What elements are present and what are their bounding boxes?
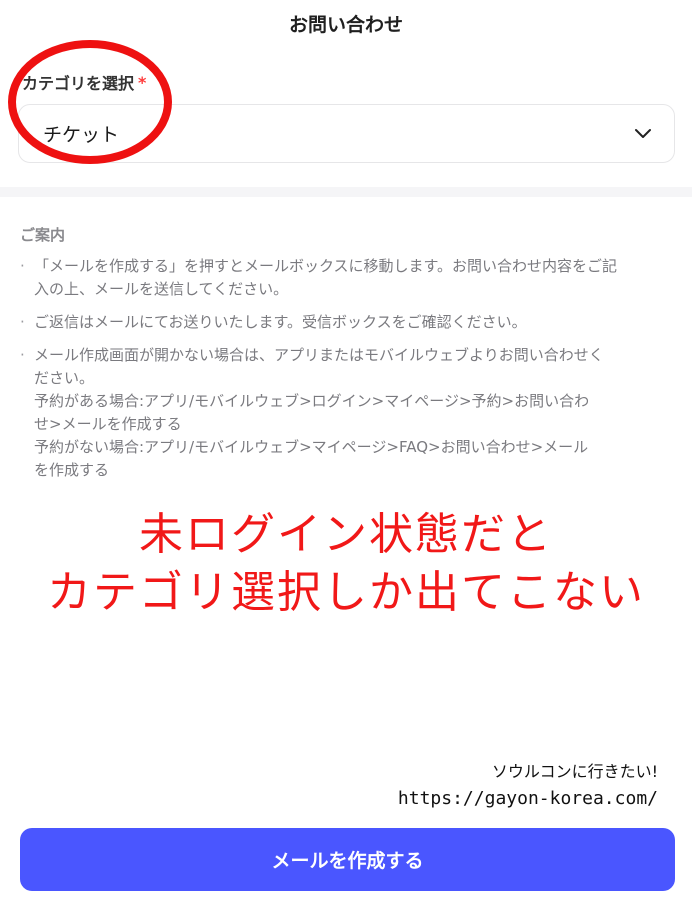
watermark-url: https://gayon-korea.com/ — [397, 788, 658, 809]
notice-line: ださい。 — [34, 369, 95, 387]
notice-item: メール作成画面が開かない場合は、アプリまたはモバイルウェブよりお問い合わせく だ… — [20, 344, 672, 482]
notice-section: ご案内 「メールを作成する」を押すとメールボックスに移動します。お問い合わせ内容… — [20, 224, 672, 492]
notice-line: 入の上、メールを送信してください。 — [34, 280, 289, 298]
overlay-line-2: カテゴリ選択しか出てこない — [47, 567, 645, 618]
notice-line: ご返信はメールにてお送りいたします。受信ボックスをご確認ください。 — [34, 313, 527, 331]
overlay-line-1: 未ログイン状態だと — [139, 509, 553, 560]
notice-item: ご返信はメールにてお送りいたします。受信ボックスをご確認ください。 — [20, 311, 672, 334]
category-select[interactable]: チケット — [18, 104, 675, 163]
category-select-value: チケット — [43, 124, 120, 146]
create-email-button[interactable]: メールを作成する — [20, 828, 675, 891]
required-mark: * — [138, 72, 147, 92]
chevron-down-icon — [635, 128, 651, 138]
notice-line: 予約がない場合:アプリ/モバイルウェブ>マイページ>FAQ>お問い合わせ>メール — [34, 438, 589, 456]
contact-page: お問い合わせ カテゴリを選択 * チケット ご案内 「メールを作成する」を押すと… — [0, 0, 692, 898]
notice-item: 「メールを作成する」を押すとメールボックスに移動します。お問い合わせ内容をご記 … — [20, 255, 672, 301]
notice-line: せ>メールを作成する — [34, 415, 182, 433]
category-label-text: カテゴリを選択 — [22, 74, 135, 93]
overlay-annotation-text: 未ログイン状態だと カテゴリ選択しか出てこない — [0, 506, 692, 622]
notice-line: を作成する — [34, 461, 110, 479]
notice-line: 「メールを作成する」を押すとメールボックスに移動します。お問い合わせ内容をご記 — [34, 257, 618, 275]
watermark: ソウルコンに行きたい! https://gayon-korea.com/ — [398, 758, 658, 809]
page-title: お問い合わせ — [288, 13, 403, 36]
section-divider — [0, 187, 692, 197]
watermark-tagline: ソウルコンに行きたい! — [491, 762, 658, 781]
category-label: カテゴリを選択 * — [22, 70, 146, 94]
notice-title: ご案内 — [20, 226, 66, 244]
notice-line: 予約がある場合:アプリ/モバイルウェブ>ログイン>マイページ>予約>お問い合わ — [34, 392, 590, 410]
notice-line: メール作成画面が開かない場合は、アプリまたはモバイルウェブよりお問い合わせく — [34, 346, 604, 364]
header: お問い合わせ — [0, 0, 692, 46]
